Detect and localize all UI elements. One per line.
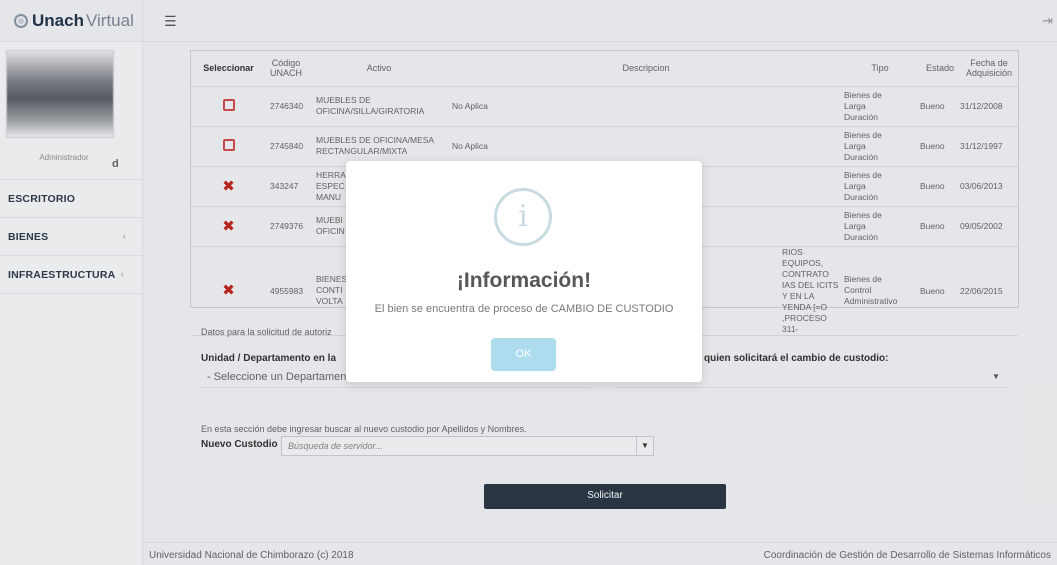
form-intro: Datos para la solicitud de autoriz: [201, 327, 332, 337]
cell-tipo: Bienes de Larga Duración: [840, 86, 920, 127]
brand-name-bold: Unach: [32, 10, 84, 30]
caret-down-icon: ▼: [992, 372, 1000, 381]
sidebar-item-bienes[interactable]: BIENES ‹: [0, 218, 142, 256]
header-activo: Activo: [306, 51, 452, 87]
chevron-left-icon: ‹: [122, 231, 126, 241]
unach-logo-icon: [14, 13, 28, 28]
nuevo-custodio-intro: En esta sección debe ingresar buscar al …: [201, 424, 527, 434]
hamburger-menu-icon[interactable]: ☰: [164, 13, 177, 30]
sidebar-item-label: INFRAESTRUCTURA: [8, 268, 116, 281]
header-codigo: Código UNACH: [266, 51, 306, 87]
footer-copyright: Universidad Nacional de Chimborazo (c) 2…: [149, 550, 354, 561]
cell-codigo: 2749376: [266, 206, 306, 247]
user-profile: d Administrador: [0, 42, 142, 180]
avatar: [6, 50, 114, 138]
select-checkbox[interactable]: [222, 99, 235, 111]
cell-tipo: Bienes de Larga Duración: [840, 166, 920, 207]
cell-estado: Bueno: [920, 246, 960, 336]
table-row: 2746340 MUEBLES DE OFICINA/SILLA/GIRATORI…: [191, 86, 1018, 127]
ok-button[interactable]: OK: [491, 338, 556, 371]
cell-estado: Bueno: [920, 86, 960, 127]
cell-tipo: Bienes de Control Administrativo: [840, 246, 920, 336]
top-bar: ☰ ⇥: [143, 0, 1057, 42]
header-descripcion: Descripcion: [452, 51, 840, 87]
unidad-label: Unidad / Departamento en la: [201, 353, 337, 364]
sidebar-item-escritorio[interactable]: ESCRITORIO: [0, 180, 142, 218]
header-fecha: Fecha de Adquisición: [960, 51, 1018, 87]
profile-role: Administrador: [39, 153, 89, 162]
brand-name-light: Virtual: [85, 10, 134, 30]
cell-fecha: 31/12/2008: [960, 86, 1018, 127]
cell-fecha: 09/05/2002: [960, 206, 1018, 247]
cell-activo: MUEBLES DE OFICINA/MESA RECTANGULAR/MIXTA: [306, 126, 452, 167]
cell-codigo: 2745840: [266, 126, 306, 167]
cell-descripcion: No Aplica: [452, 126, 840, 167]
brand-logo[interactable]: Unach Virtual: [0, 0, 142, 42]
sidebar: Unach Virtual d Administrador ESCRITORIO…: [0, 0, 143, 565]
cell-codigo: 4955983: [266, 246, 306, 336]
footer: Universidad Nacional de Chimborazo (c) 2…: [143, 542, 1057, 565]
cell-tipo: Bienes de Larga Duración: [840, 126, 920, 167]
sidebar-item-infraestructura[interactable]: INFRAESTRUCTURA ‹: [0, 256, 142, 294]
cell-fecha: 03/06/2013: [960, 166, 1018, 207]
cell-fecha: 31/12/1997: [960, 126, 1018, 167]
x-mark-icon: ✖: [222, 282, 235, 299]
logout-icon[interactable]: ⇥: [1042, 13, 1053, 29]
cell-descripcion: No Aplica: [452, 86, 840, 127]
header-seleccionar: Seleccionar: [191, 51, 266, 87]
info-icon: i: [494, 188, 552, 246]
cell-estado: Bueno: [920, 206, 960, 247]
header-tipo: Tipo: [840, 51, 920, 87]
cell-activo: MUEBLES DE OFICINA/SILLA/GIRATORIA: [306, 86, 452, 127]
custodio-search-input[interactable]: Búsqueda de servidor...: [281, 436, 653, 456]
x-mark-icon: ✖: [222, 217, 235, 235]
x-mark-icon: ✖: [222, 177, 235, 195]
sidebar-item-label: ESCRITORIO: [8, 192, 76, 205]
table-row: 2745840 MUEBLES DE OFICINA/MESA RECTANGUL…: [191, 126, 1018, 167]
solicitar-button[interactable]: Solicitar: [484, 484, 726, 509]
nuevo-custodio-label: Nuevo Custodio: [201, 439, 278, 450]
solicitante-label: quien solicitará el cambio de custodio:: [704, 353, 889, 364]
caret-down-icon: ▼: [641, 441, 649, 450]
select-checkbox[interactable]: [222, 139, 235, 151]
cell-tipo: Bienes de Larga Duración: [840, 206, 920, 247]
dialog-title: ¡Información!: [456, 269, 592, 292]
footer-credits: Coordinación de Gestión de Desarrollo de…: [763, 550, 1051, 561]
cell-codigo: 343247: [266, 166, 306, 207]
search-dropdown-button[interactable]: ▼: [636, 436, 654, 456]
table-header-row: Seleccionar Código UNACH Activo Descripci…: [191, 51, 1018, 87]
cell-estado: Bueno: [920, 126, 960, 167]
header-estado: Estado: [920, 51, 960, 87]
dialog-message: El bien se encuentra de proceso de CAMBI…: [374, 303, 674, 315]
cell-estado: Bueno: [920, 166, 960, 207]
cell-fecha: 22/06/2015: [960, 246, 1018, 336]
chevron-left-icon: ‹: [120, 269, 124, 279]
info-dialog: i ¡Información! El bien se encuentra de …: [346, 161, 702, 382]
sidebar-item-label: BIENES: [8, 230, 49, 243]
cell-codigo: 2746340: [266, 86, 306, 127]
